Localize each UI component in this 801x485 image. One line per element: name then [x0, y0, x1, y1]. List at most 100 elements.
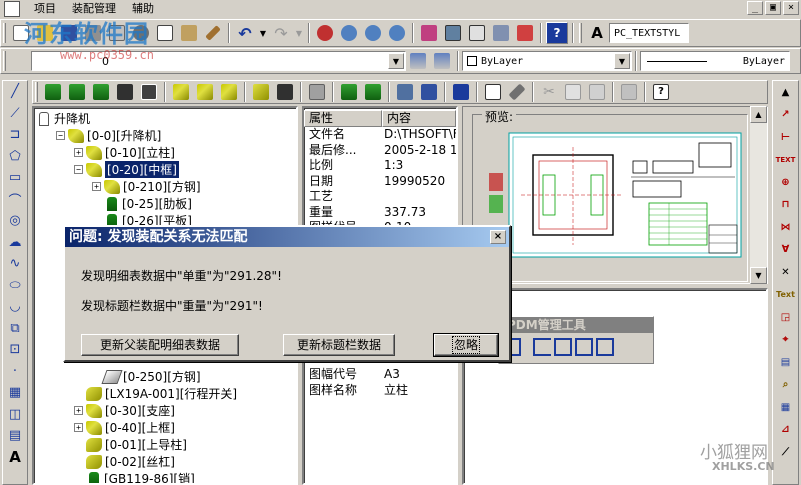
redo-dropdown-icon[interactable]: ▼ — [294, 22, 304, 44]
point-icon[interactable]: · — [4, 361, 26, 383]
property-row[interactable]: 最后修... 2005-2-18 1( — [304, 143, 456, 158]
dialog-title-bar[interactable]: 问题: 发现装配关系无法匹配 × — [65, 227, 509, 247]
scroll-up-icon[interactable]: ▲ — [750, 106, 767, 123]
region-icon[interactable]: ◫ — [4, 404, 26, 426]
property-row[interactable]: 图样名称 立柱 — [304, 383, 456, 398]
part-folder-icon[interactable] — [194, 81, 216, 103]
assembly-save-icon[interactable] — [114, 81, 136, 103]
slope-icon[interactable]: ⟋ — [775, 441, 797, 464]
arc-icon[interactable]: ⌒ — [4, 189, 26, 211]
app-icon[interactable] — [4, 1, 20, 17]
props-header-key[interactable]: 属性 — [304, 110, 382, 127]
line-icon[interactable]: ╱ — [4, 81, 26, 103]
tree-node[interactable]: [0-25][肋板] — [104, 195, 192, 212]
db-connect-icon[interactable] — [514, 22, 536, 44]
property-row[interactable]: 重量 337.73 — [304, 205, 456, 220]
text-icon[interactable]: TEXT — [775, 149, 797, 172]
match-prop-icon[interactable] — [202, 22, 224, 44]
chevron-down-icon[interactable]: ▼ — [614, 53, 630, 69]
bom-generate-icon[interactable] — [338, 81, 360, 103]
tree-node[interactable]: + [0-40][上框] — [74, 419, 175, 436]
polyline-icon[interactable]: ⊐ — [4, 124, 26, 146]
title-block-icon[interactable]: ▦ — [775, 396, 797, 419]
cut-disabled-icon[interactable]: ✂ — [538, 81, 560, 103]
construction-line-icon[interactable]: ⟋ — [4, 103, 26, 125]
tree-node[interactable]: 升降机 — [36, 110, 90, 127]
roughness-icon[interactable]: ∀ — [775, 239, 797, 262]
taper-icon[interactable]: ⊿ — [775, 419, 797, 442]
layer-states-icon[interactable] — [431, 50, 453, 72]
part-edit-icon[interactable] — [250, 81, 272, 103]
dimension-icon[interactable]: ⊢ — [775, 126, 797, 149]
toolbar-grip[interactable] — [3, 23, 6, 43]
pdm-tree-icon[interactable] — [533, 338, 551, 356]
undo-dropdown-icon[interactable]: ▼ — [258, 22, 268, 44]
make-block-icon[interactable]: ⊡ — [4, 339, 26, 361]
markup-icon[interactable] — [490, 22, 512, 44]
bom-update-icon[interactable] — [362, 81, 384, 103]
hatch-icon[interactable]: ▦ — [4, 382, 26, 404]
tree-node[interactable]: [0-01][上导柱] — [86, 436, 187, 453]
zoom-realtime-icon[interactable] — [338, 22, 360, 44]
tree-node[interactable]: − [0-20][中框] — [74, 161, 179, 178]
part-link-icon[interactable] — [218, 81, 240, 103]
center-mark-icon[interactable]: ⊕ — [775, 171, 797, 194]
assembly-copy-icon[interactable] — [138, 81, 160, 103]
preview-scrollbar[interactable]: ▲ ▼ — [750, 106, 767, 284]
chevron-down-icon[interactable]: ▼ — [388, 53, 404, 69]
tree-node[interactable]: + [0-210][方钢] — [92, 178, 201, 195]
pdm-columns-icon[interactable] — [596, 338, 614, 356]
property-row[interactable]: 工艺 — [304, 189, 456, 204]
ellipse-arc-icon[interactable]: ◡ — [4, 296, 26, 318]
paste-icon[interactable] — [178, 22, 200, 44]
property-row[interactable]: 文件名 D:\THSOFT\F — [304, 127, 456, 142]
tree-node[interactable]: + [0-30][支座] — [74, 402, 175, 419]
help-query-icon[interactable]: ? — [650, 81, 672, 103]
assembly-new-icon[interactable] — [42, 81, 64, 103]
minimize-button[interactable]: _ — [747, 1, 763, 15]
assembly-insert-icon[interactable] — [90, 81, 112, 103]
text-style-icon[interactable]: A — [586, 22, 608, 44]
zoom-previous-icon[interactable] — [386, 22, 408, 44]
expand-icon[interactable]: + — [92, 182, 101, 191]
detail-view-icon[interactable]: ⌕ — [775, 374, 797, 397]
undo-icon[interactable]: ↶ — [234, 22, 256, 44]
image-icon[interactable] — [394, 81, 416, 103]
balloon-icon[interactable]: ◲ — [775, 306, 797, 329]
ellipse-icon[interactable]: ⬭ — [4, 275, 26, 297]
pan-icon[interactable] — [314, 22, 336, 44]
part-search-icon[interactable] — [274, 81, 296, 103]
datum-icon[interactable]: ⊓ — [775, 194, 797, 217]
expand-icon[interactable]: + — [74, 406, 83, 415]
pdm-toolbar[interactable]: PDM管理工具 — [498, 316, 654, 364]
tree-node[interactable]: + [0-10][立柱] — [74, 144, 175, 161]
copy-icon[interactable] — [154, 22, 176, 44]
redo-icon[interactable]: ↷ — [270, 22, 292, 44]
copy-disabled-icon[interactable] — [562, 81, 584, 103]
table-icon[interactable]: ▤ — [4, 425, 26, 447]
close-button[interactable]: × — [783, 1, 799, 15]
assembly-add-icon[interactable] — [66, 81, 88, 103]
pdm-toolbar-title[interactable]: PDM管理工具 — [499, 317, 653, 333]
scroll-down-icon[interactable]: ▼ — [750, 267, 767, 284]
pdm-tree2-icon[interactable] — [554, 338, 572, 356]
tools-icon[interactable] — [506, 81, 528, 103]
print-disabled-icon[interactable] — [618, 81, 640, 103]
restore-button[interactable]: ▣ — [765, 1, 781, 15]
property-row[interactable]: 日期 19990520 — [304, 174, 456, 189]
property-row[interactable]: 图幅代号 A3 — [304, 367, 456, 382]
color-combo[interactable]: ByLayer ▼ — [462, 51, 632, 71]
part-open-icon[interactable] — [170, 81, 192, 103]
expand-icon[interactable]: + — [74, 148, 83, 157]
bom-icon[interactable]: ▤ — [775, 351, 797, 374]
props-header-value[interactable]: 内容 — [382, 110, 456, 127]
linetype-combo[interactable]: ByLayer — [640, 51, 790, 71]
properties-icon[interactable] — [418, 22, 440, 44]
scroll-up-icon[interactable]: ▲ — [775, 81, 797, 104]
close-icon[interactable]: × — [490, 230, 506, 244]
tool-palette-icon[interactable] — [466, 22, 488, 44]
pdm-table-icon[interactable] — [575, 338, 593, 356]
tree-node[interactable]: − [0-0][升降机] — [56, 127, 161, 144]
ignore-button[interactable]: 忽略 — [433, 333, 499, 357]
property-row[interactable]: 比例 1:3 — [304, 158, 456, 173]
